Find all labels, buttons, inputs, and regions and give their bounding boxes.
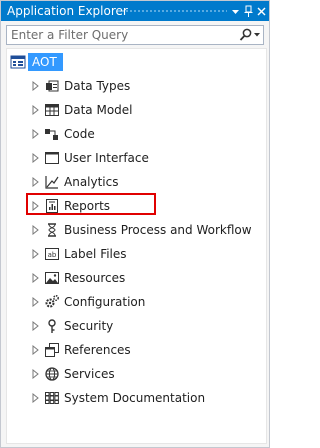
tree-root-aot[interactable]: AOT <box>7 51 266 73</box>
reports-icon <box>46 199 58 213</box>
tree-item-data-types[interactable]: Data Types <box>7 75 266 97</box>
tree-item-label: Business Process and Workflow <box>64 223 252 237</box>
filter-query-input[interactable] <box>7 26 229 44</box>
search-icon <box>239 28 260 41</box>
expand-arrow-icon[interactable] <box>32 369 39 379</box>
resources-icon <box>45 272 59 284</box>
tree-item-label: Reports <box>64 199 111 213</box>
pin-button[interactable] <box>242 4 255 18</box>
filter-box <box>6 25 264 45</box>
tree-item-analytics[interactable]: Analytics <box>7 171 266 193</box>
tree-item-label: Data Types <box>64 79 131 93</box>
label-files-icon: ab <box>45 248 59 260</box>
expand-arrow-icon[interactable] <box>32 81 39 91</box>
workflow-icon <box>48 223 56 237</box>
references-icon <box>45 343 59 357</box>
drag-grip[interactable] <box>117 9 227 14</box>
data-model-icon <box>45 104 59 116</box>
aot-root-icon <box>10 54 26 70</box>
expand-arrow-icon[interactable] <box>32 297 39 307</box>
tree-item-system-documentation[interactable]: System Documentation <box>7 387 266 409</box>
tree-item-business-process-and-workflow[interactable]: Business Process and Workflow <box>7 219 266 241</box>
svg-text:ab: ab <box>48 251 57 259</box>
expand-arrow-icon[interactable] <box>32 321 39 331</box>
expand-arrow-icon[interactable] <box>32 177 39 187</box>
expand-arrow-icon[interactable] <box>32 249 39 259</box>
tree-item-label: Services <box>64 367 115 381</box>
tree-item-user-interface[interactable]: User Interface <box>7 147 266 169</box>
window-title: Application Explorer <box>7 4 128 18</box>
tree-item-label: Label Files <box>64 247 127 261</box>
tree-item-label: Security <box>64 319 114 333</box>
tree-item-label: User Interface <box>64 151 149 165</box>
services-icon <box>45 367 59 381</box>
expand-arrow-icon[interactable] <box>32 129 39 139</box>
close-button[interactable] <box>255 4 268 18</box>
expand-arrow-icon[interactable] <box>32 345 39 355</box>
system-documentation-icon <box>45 392 59 404</box>
user-interface-icon <box>45 152 59 164</box>
tree-item-code[interactable]: Code <box>7 123 266 145</box>
tree-item-label: Analytics <box>64 175 119 189</box>
expand-arrow-icon[interactable] <box>32 225 39 235</box>
tree-item-label: System Documentation <box>64 391 206 405</box>
expand-arrow-icon[interactable] <box>32 105 39 115</box>
tree-item-reports[interactable]: Reports <box>7 195 266 217</box>
tree-item-label: Resources <box>64 271 126 285</box>
expand-arrow-icon[interactable] <box>32 393 39 403</box>
tree-item-configuration[interactable]: Configuration <box>7 291 266 313</box>
dropdown-menu-button[interactable] <box>229 4 242 18</box>
tree-item-services[interactable]: Services <box>7 363 266 385</box>
expand-arrow-icon[interactable] <box>32 153 39 163</box>
application-explorer-panel: Application Explorer Enter a Filter Quer… <box>0 0 270 448</box>
tree-item-label-files[interactable]: ab Label Files <box>7 243 266 265</box>
configuration-icon <box>45 295 59 308</box>
tree-item-label: References <box>64 343 131 357</box>
analytics-icon <box>45 176 59 189</box>
security-icon <box>48 319 56 333</box>
tree-item-security[interactable]: Security <box>7 315 266 337</box>
tree-item-label: Configuration <box>64 295 146 309</box>
pin-icon <box>244 5 253 17</box>
tree-item-references[interactable]: References <box>7 339 266 361</box>
expand-arrow-icon[interactable] <box>32 201 39 211</box>
close-icon <box>257 7 266 16</box>
title-bar[interactable]: Application Explorer <box>1 1 269 21</box>
tree-item-label: Code <box>64 127 95 141</box>
tree-item-label: Data Model <box>64 103 133 117</box>
tree-item-resources[interactable]: Resources <box>7 267 266 289</box>
tree-root-label: AOT <box>28 53 63 71</box>
chevron-down-icon <box>232 10 239 14</box>
tree-item-data-model[interactable]: Data Model <box>7 99 266 121</box>
expand-arrow-icon[interactable] <box>32 273 39 283</box>
aot-tree: AOT Data Types Data Model Code User Inte… <box>6 48 267 444</box>
search-options-button[interactable] <box>237 28 263 42</box>
data-types-icon <box>46 80 59 92</box>
code-icon <box>45 129 58 140</box>
